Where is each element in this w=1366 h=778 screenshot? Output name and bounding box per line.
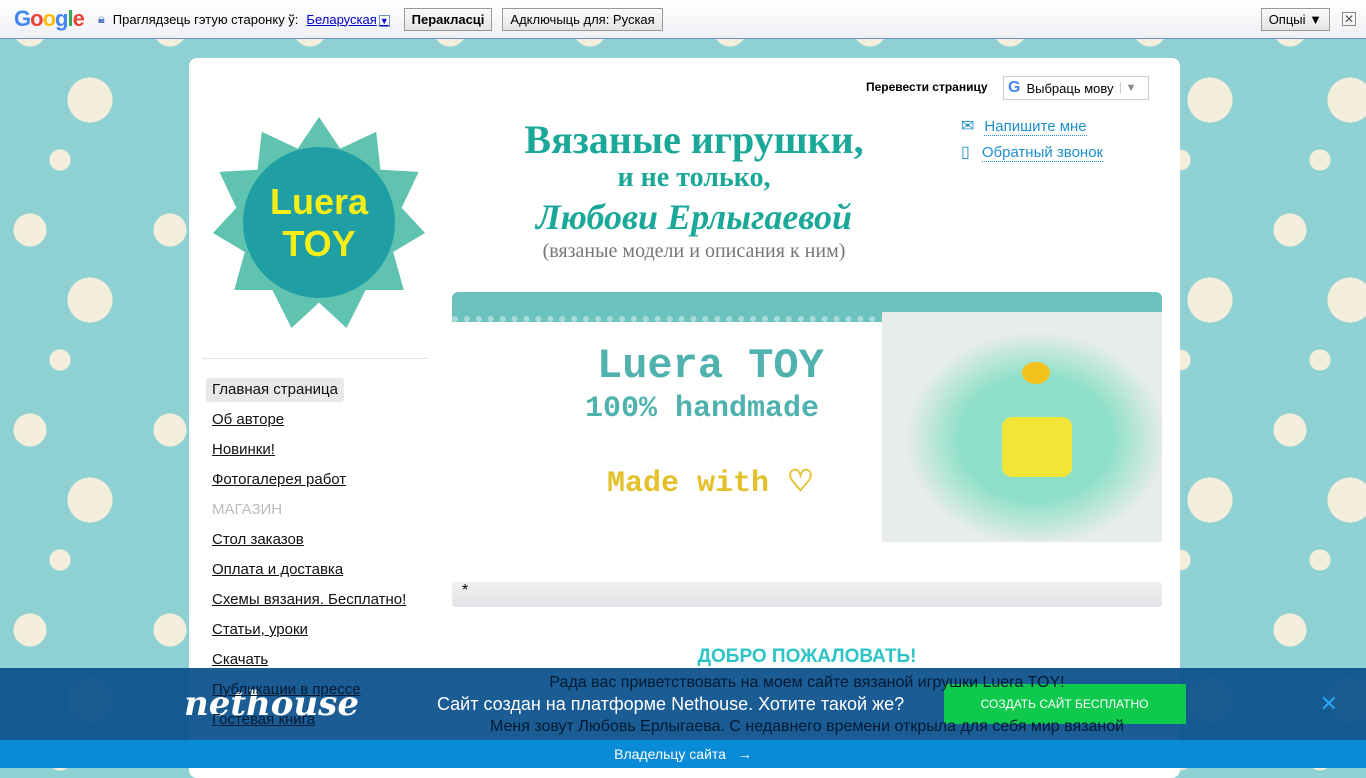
logo-text: Luera bbox=[269, 180, 369, 222]
google-language-select[interactable]: G Выбраць мову ▼ bbox=[1003, 76, 1149, 100]
owner-bar[interactable]: Владельцу сайта → bbox=[0, 740, 1366, 768]
banner-image: Luera TOY 100% handmade Made with ♡ bbox=[452, 292, 1162, 542]
menu-item-patterns[interactable]: Схемы вязания. Бесплатно! bbox=[206, 588, 412, 618]
mail-icon: ✉ bbox=[961, 118, 975, 135]
owner-link[interactable]: Владельцу сайта bbox=[614, 746, 726, 762]
google-logo: Google bbox=[14, 6, 85, 31]
options-button[interactable]: Опцыі ▼ bbox=[1260, 7, 1330, 31]
menu-item-payment[interactable]: Оплата и доставка bbox=[206, 558, 412, 588]
write-me-link[interactable]: Напишите мне bbox=[984, 118, 1087, 136]
main-menu: Главная страница Об авторе Новинки! Фото… bbox=[206, 378, 412, 738]
disable-translate-button[interactable]: Адключыць для: Руская bbox=[502, 7, 663, 31]
toy-photo bbox=[882, 312, 1162, 542]
info-bar: * bbox=[452, 582, 1162, 607]
menu-item-home[interactable]: Главная страница bbox=[206, 378, 344, 402]
translate-page-label: Перевести страницу bbox=[866, 80, 988, 94]
menu-item-news[interactable]: Новинки! bbox=[206, 438, 412, 468]
select-language-label: Выбраць мову bbox=[1026, 80, 1114, 96]
language-select[interactable]: Беларуская ▼ bbox=[306, 11, 390, 27]
welcome-text: Меня зовут Любовь Ерлыгаева. С недавнего… bbox=[489, 718, 1125, 735]
arrow-right-icon: → bbox=[737, 746, 752, 762]
site-title-line3: Любови Ерлыгаевой bbox=[535, 197, 853, 237]
info-bar-text: * bbox=[462, 582, 469, 599]
divider bbox=[203, 358, 427, 359]
menu-item-press[interactable]: Публикации в прессе bbox=[206, 678, 412, 708]
google-g-icon: G bbox=[1008, 79, 1021, 96]
menu-item-guestbook[interactable]: Гостевая книга bbox=[206, 708, 412, 738]
menu-item-articles[interactable]: Статьи, уроки bbox=[206, 618, 412, 648]
translate-button[interactable]: Перакласці bbox=[403, 7, 493, 31]
logo-text: TOY bbox=[282, 222, 356, 264]
menu-item-about[interactable]: Об авторе bbox=[206, 408, 412, 438]
site-subtitle: (вязаные модели и описания к ним) bbox=[542, 240, 846, 262]
nethouse-text: Сайт создан на платформе Nethouse. Хотит… bbox=[436, 693, 905, 714]
lock-icon: 🔒︎ bbox=[97, 11, 105, 26]
dropdown-icon: ▼ bbox=[378, 14, 390, 27]
site-title: Вязаные игрушки, bbox=[524, 117, 864, 162]
menu-item-orders[interactable]: Стол заказов bbox=[206, 528, 412, 558]
contacts: ✉ Напишите мне ▯ Обратный звонок bbox=[961, 116, 1104, 162]
dropdown-arrow-icon: ▼ bbox=[1119, 82, 1136, 94]
banner-text: 100% handmade bbox=[585, 392, 820, 426]
menu-item-shop[interactable]: МАГАЗИН bbox=[206, 498, 412, 528]
banner-text: Made with ♡ bbox=[607, 467, 814, 501]
google-translate-bar: Google 🔒︎ Праглядзець гэтую старонку ў: … bbox=[0, 0, 1366, 39]
site-title-line2: и не только, bbox=[617, 162, 771, 193]
welcome-text: Рада вас приветствовать на моем сайте вя… bbox=[549, 674, 1065, 691]
banner-text: Luera TOY bbox=[597, 342, 824, 390]
language-label: Беларуская bbox=[306, 11, 377, 27]
translate-prompt: Праглядзець гэтую старонку ў: bbox=[112, 11, 299, 27]
menu-item-gallery[interactable]: Фотогалерея работ bbox=[206, 468, 412, 498]
close-icon[interactable]: ✕ bbox=[1342, 12, 1356, 26]
welcome-heading: ДОБРО ПОЖАЛОВАТЬ! bbox=[697, 646, 917, 667]
callback-link[interactable]: Обратный звонок bbox=[981, 144, 1104, 162]
logo: Luera TOY bbox=[213, 117, 425, 328]
close-icon[interactable]: ✕ bbox=[1320, 691, 1338, 717]
phone-icon: ▯ bbox=[961, 144, 970, 161]
